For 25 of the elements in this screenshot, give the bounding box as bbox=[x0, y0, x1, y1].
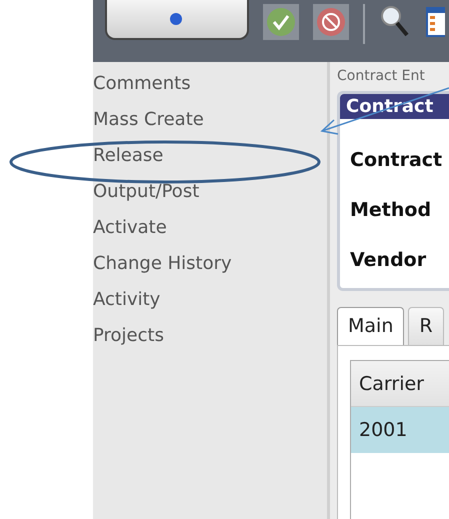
cancel-button[interactable] bbox=[313, 4, 349, 40]
tab[interactable]: R bbox=[408, 307, 444, 344]
field-label: Contract bbox=[350, 148, 442, 172]
dot-icon bbox=[169, 12, 185, 26]
sidebar-link[interactable]: Change History bbox=[93, 253, 232, 275]
sidebar-link[interactable]: Mass Create bbox=[93, 109, 204, 131]
field-label: Method bbox=[350, 198, 432, 222]
field-label: Vendor bbox=[350, 248, 426, 272]
breadcrumb-text: Contract Ent bbox=[337, 67, 426, 86]
table-button[interactable] bbox=[425, 4, 445, 40]
sidebar-link[interactable]: Projects bbox=[93, 325, 164, 347]
sidebar-link[interactable]: Comments bbox=[93, 73, 191, 95]
sidebar-link[interactable]: Output/Post bbox=[93, 181, 200, 203]
table-icon bbox=[425, 4, 445, 40]
tab[interactable]: Main bbox=[337, 307, 404, 344]
sidebar-link[interactable]: Release bbox=[93, 145, 164, 167]
card-title: Contract bbox=[340, 94, 449, 119]
table-cell[interactable]: 2001 bbox=[351, 406, 449, 452]
column-header: Carrier bbox=[351, 360, 449, 406]
toolbar-button[interactable] bbox=[105, 0, 249, 40]
sidebar-link[interactable]: Activity bbox=[93, 289, 160, 311]
approve-button[interactable] bbox=[263, 4, 299, 40]
sidebar-link[interactable]: Activate bbox=[93, 217, 167, 239]
check-icon bbox=[266, 7, 296, 37]
no-entry-icon bbox=[316, 7, 346, 37]
